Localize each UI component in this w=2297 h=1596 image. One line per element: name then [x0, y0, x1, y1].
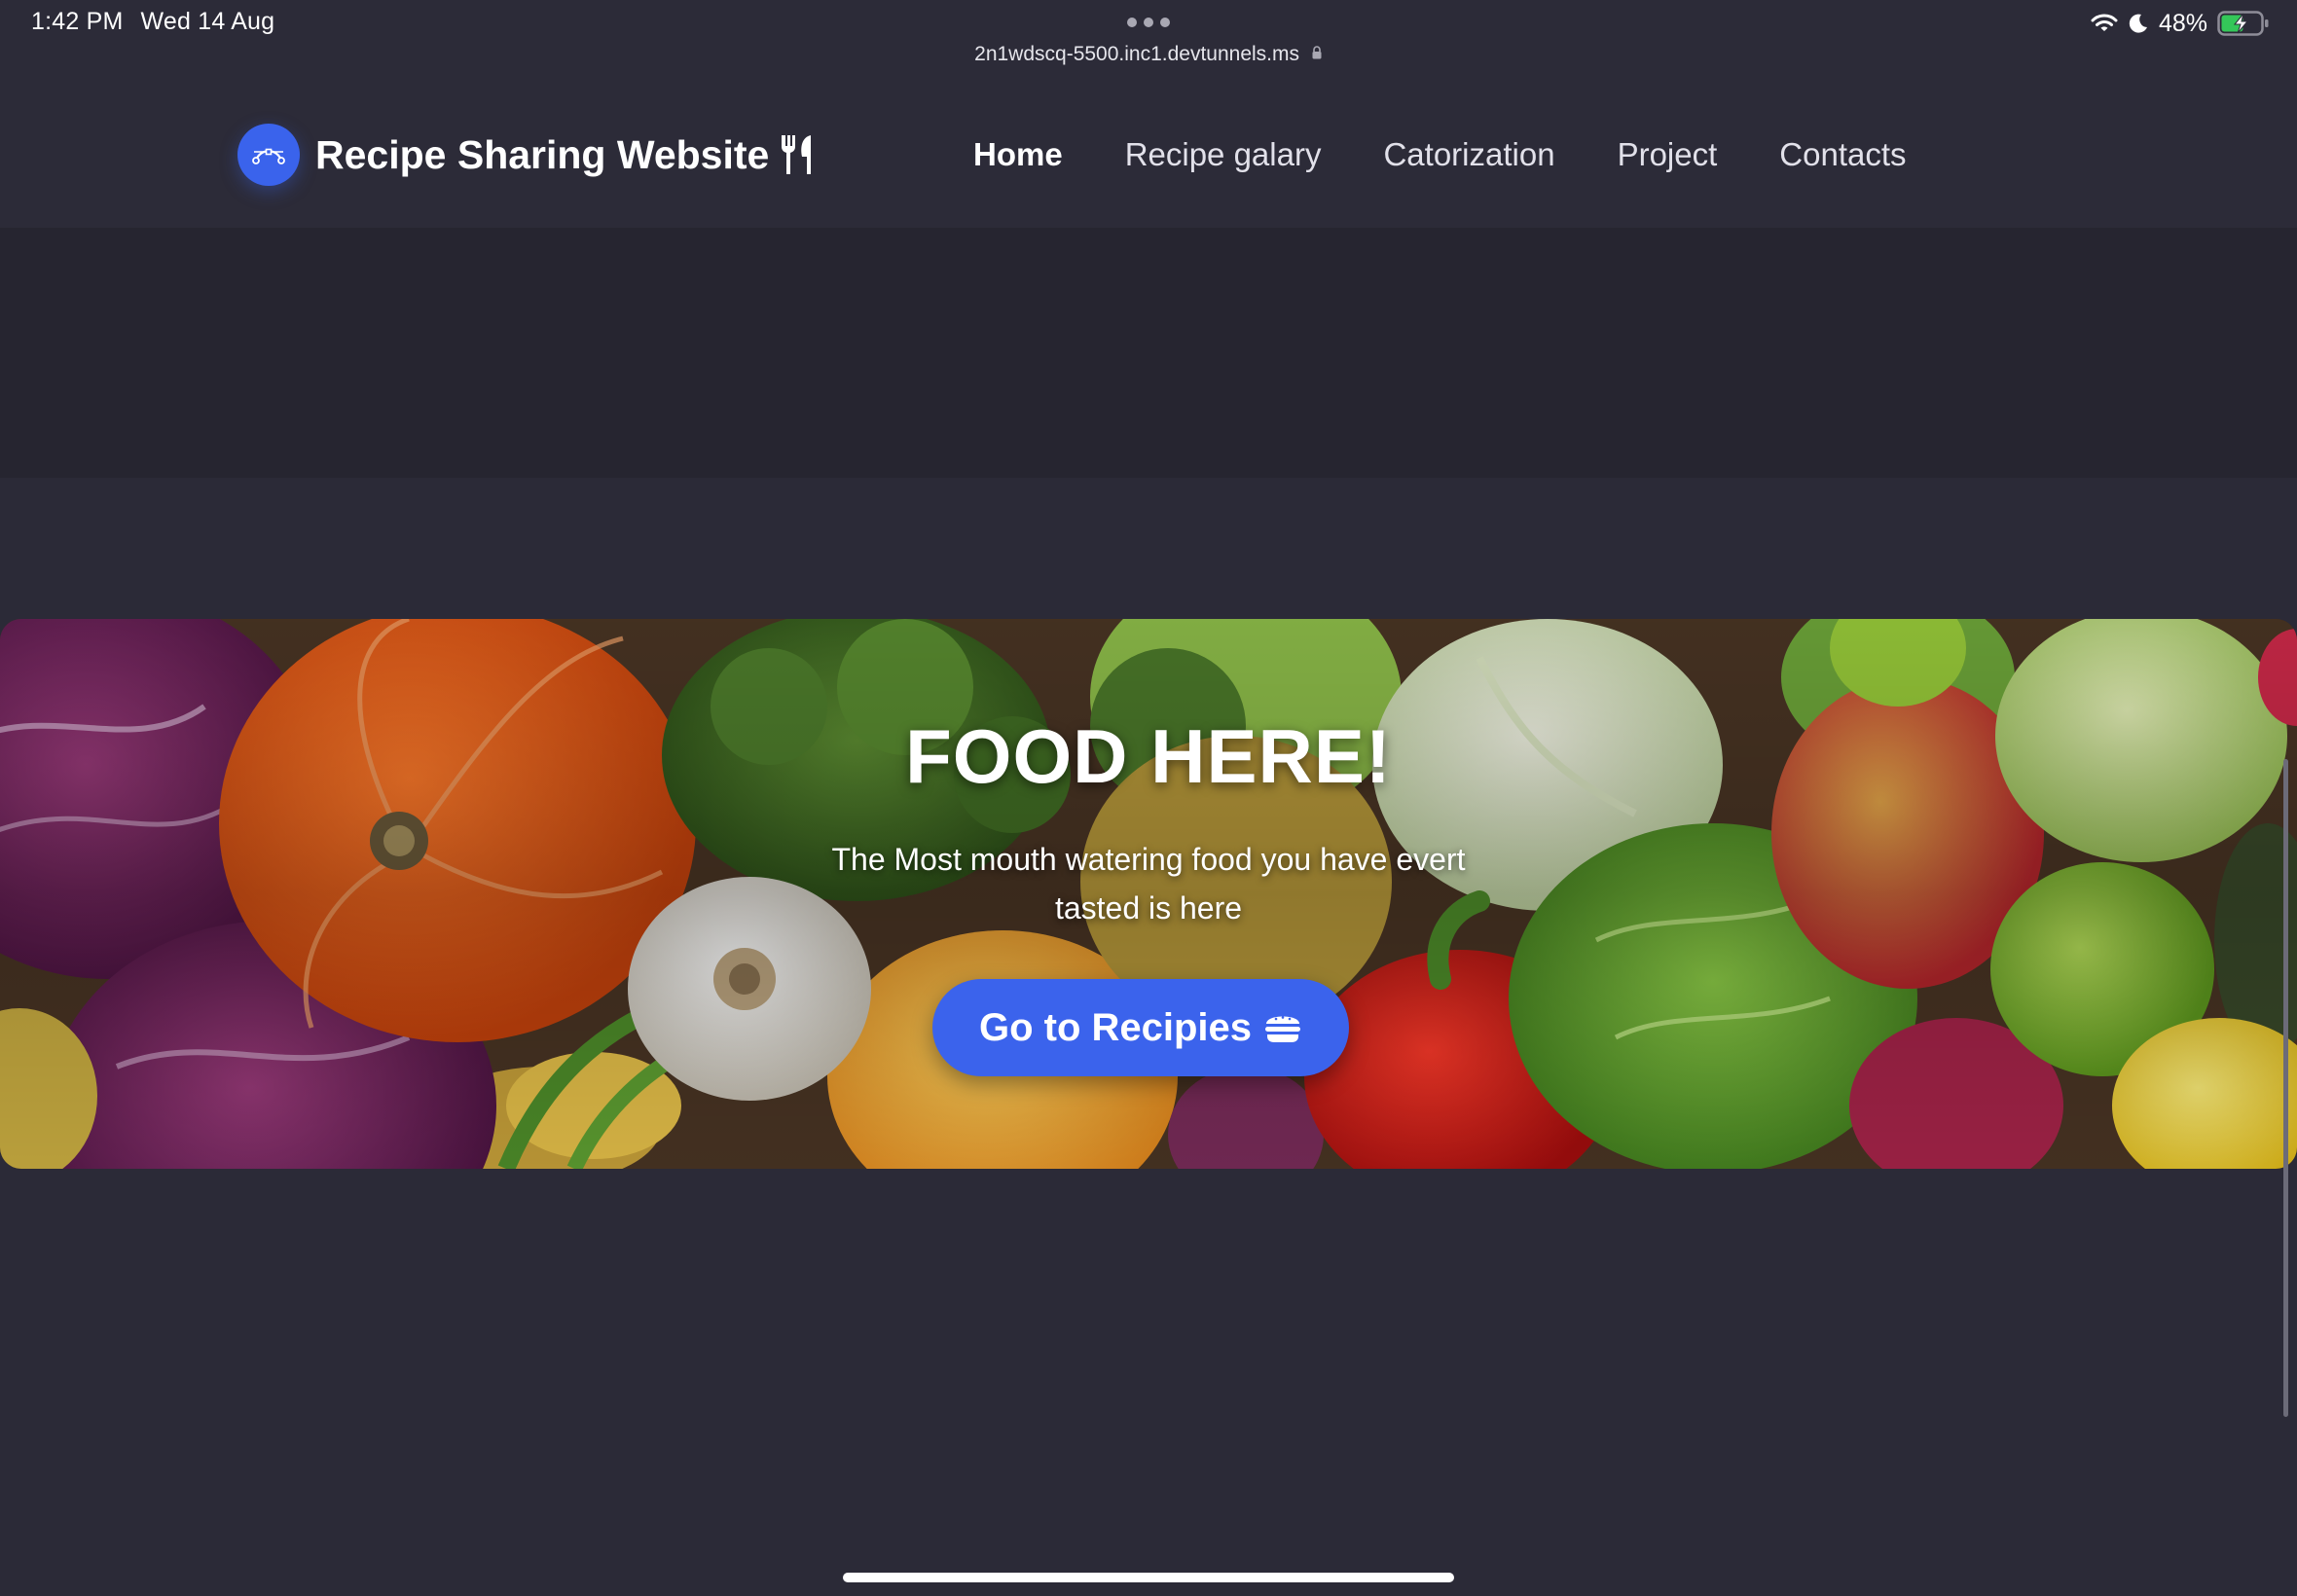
site-title: Recipe Sharing Website: [315, 131, 770, 177]
hero-subtitle: The Most mouth watering food you have ev…: [831, 842, 1466, 925]
battery-percentage: 48%: [2158, 9, 2207, 37]
nav-recipe-gallery[interactable]: Recipe galary: [1125, 136, 1322, 173]
url-text: 2n1wdscq-5500.inc1.devtunnels.ms: [974, 43, 1300, 65]
nav-categorization[interactable]: Catorization: [1383, 136, 1554, 173]
address-bar[interactable]: 2n1wdscq-5500.inc1.devtunnels.ms: [0, 43, 2297, 66]
bezier-logo-icon: [237, 124, 300, 186]
brand-home-link[interactable]: Recipe Sharing Website: [237, 123, 816, 187]
wifi-icon: [2091, 14, 2118, 31]
main-nav: Home Recipe galary Catorization Project …: [973, 123, 1969, 187]
status-bar: 1:42 PM Wed 14 Aug 2n1wdscq-5500.inc1.dev…: [0, 0, 2297, 76]
status-date: Wed 14 Aug: [140, 8, 275, 35]
nav-home[interactable]: Home: [973, 136, 1063, 173]
battery-charging-icon: [2217, 11, 2269, 36]
site-header: Recipe Sharing Website Home Recipe galar…: [0, 76, 2297, 228]
status-indicators: 48%: [2091, 8, 2270, 39]
nav-contacts[interactable]: Contacts: [1779, 136, 1906, 173]
multitasking-dots-icon[interactable]: [1127, 18, 1170, 27]
status-time: 1:42 PM: [31, 8, 124, 35]
moon-icon: [2129, 14, 2147, 33]
hero-title: FOOD HERE!: [905, 713, 1392, 799]
go-to-recipes-button[interactable]: Go to Recipies: [932, 979, 1349, 1076]
burger-icon: [1265, 1016, 1301, 1042]
hero-banner: FOOD HERE! The Most mouth watering food …: [0, 619, 2297, 1169]
lock-icon: [1312, 46, 1322, 59]
empty-section: [0, 228, 2297, 478]
utensils-icon: [782, 135, 812, 174]
scrollbar[interactable]: [2283, 759, 2288, 1417]
status-clock: 1:42 PM Wed 14 Aug: [31, 8, 274, 36]
home-indicator[interactable]: [843, 1573, 1454, 1582]
go-to-recipes-label: Go to Recipies: [978, 1005, 1253, 1049]
nav-project[interactable]: Project: [1618, 136, 1718, 173]
